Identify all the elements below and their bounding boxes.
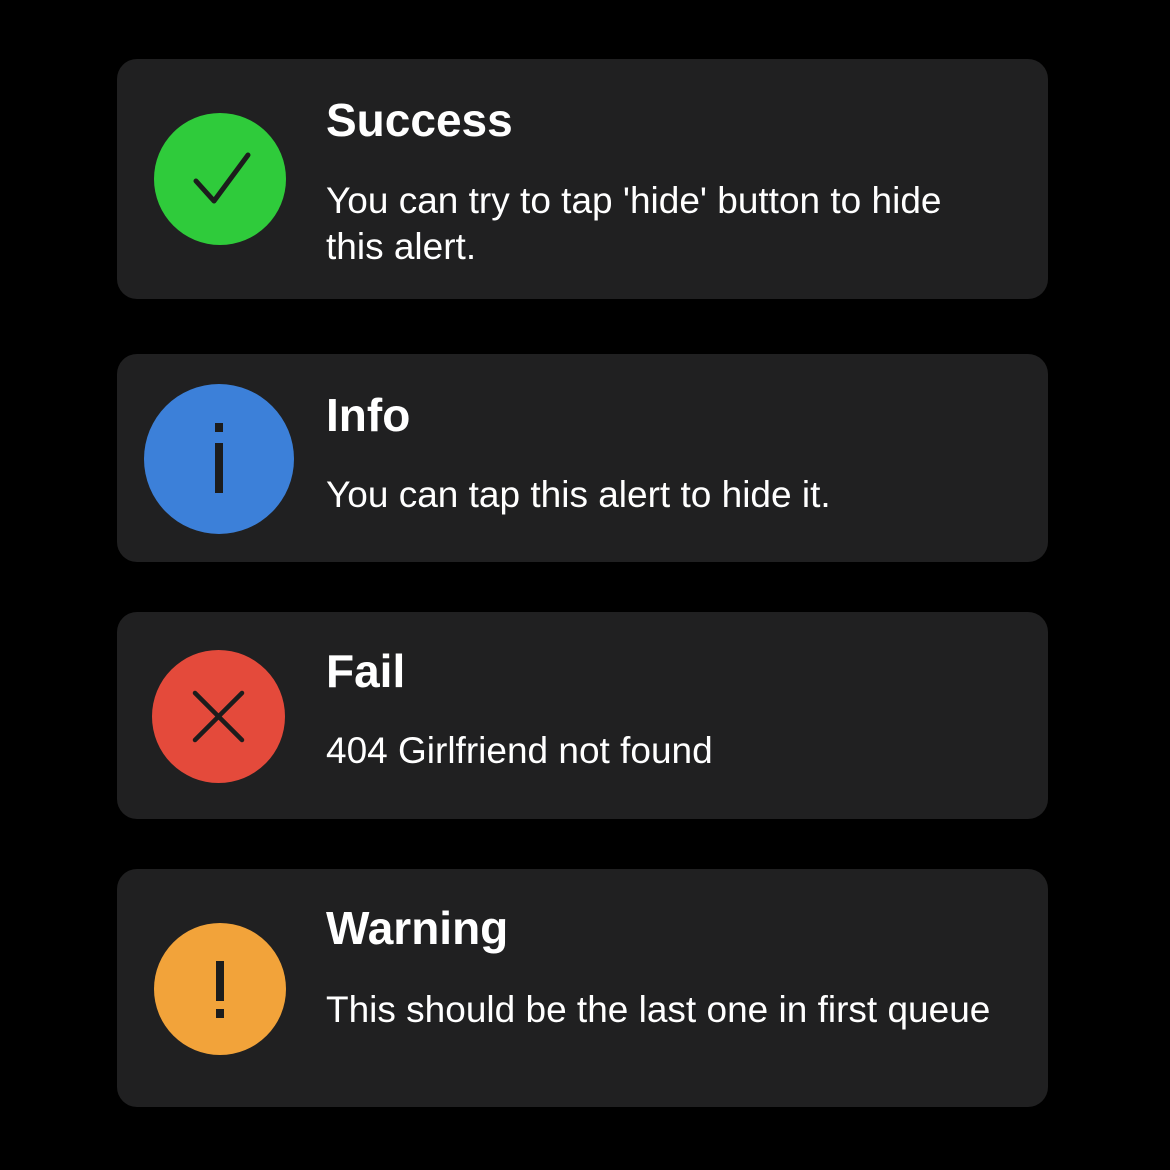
alert-title: Success <box>326 94 513 146</box>
alert-message: You can try to tap 'hide' button to hide… <box>326 180 942 267</box>
checkmark-icon <box>154 113 286 245</box>
alert-title: Fail <box>326 645 406 697</box>
alert-title: Info <box>326 389 411 441</box>
alert-title: Warning <box>326 902 509 954</box>
fail-alert[interactable]: Fail 404 Girlfriend not found <box>117 612 1048 819</box>
info-icon <box>144 384 294 534</box>
info-alert[interactable]: Info You can tap this alert to hide it. <box>117 354 1048 562</box>
cross-icon <box>152 650 285 783</box>
alert-message: This should be the last one in first que… <box>326 989 991 1030</box>
alert-message: You can tap this alert to hide it. <box>326 474 831 515</box>
warning-alert[interactable]: Warning This should be the last one in f… <box>117 869 1048 1107</box>
exclamation-icon <box>154 923 286 1055</box>
success-alert[interactable]: Success You can try to tap 'hide' button… <box>117 59 1048 299</box>
alert-message: 404 Girlfriend not found <box>326 730 713 771</box>
